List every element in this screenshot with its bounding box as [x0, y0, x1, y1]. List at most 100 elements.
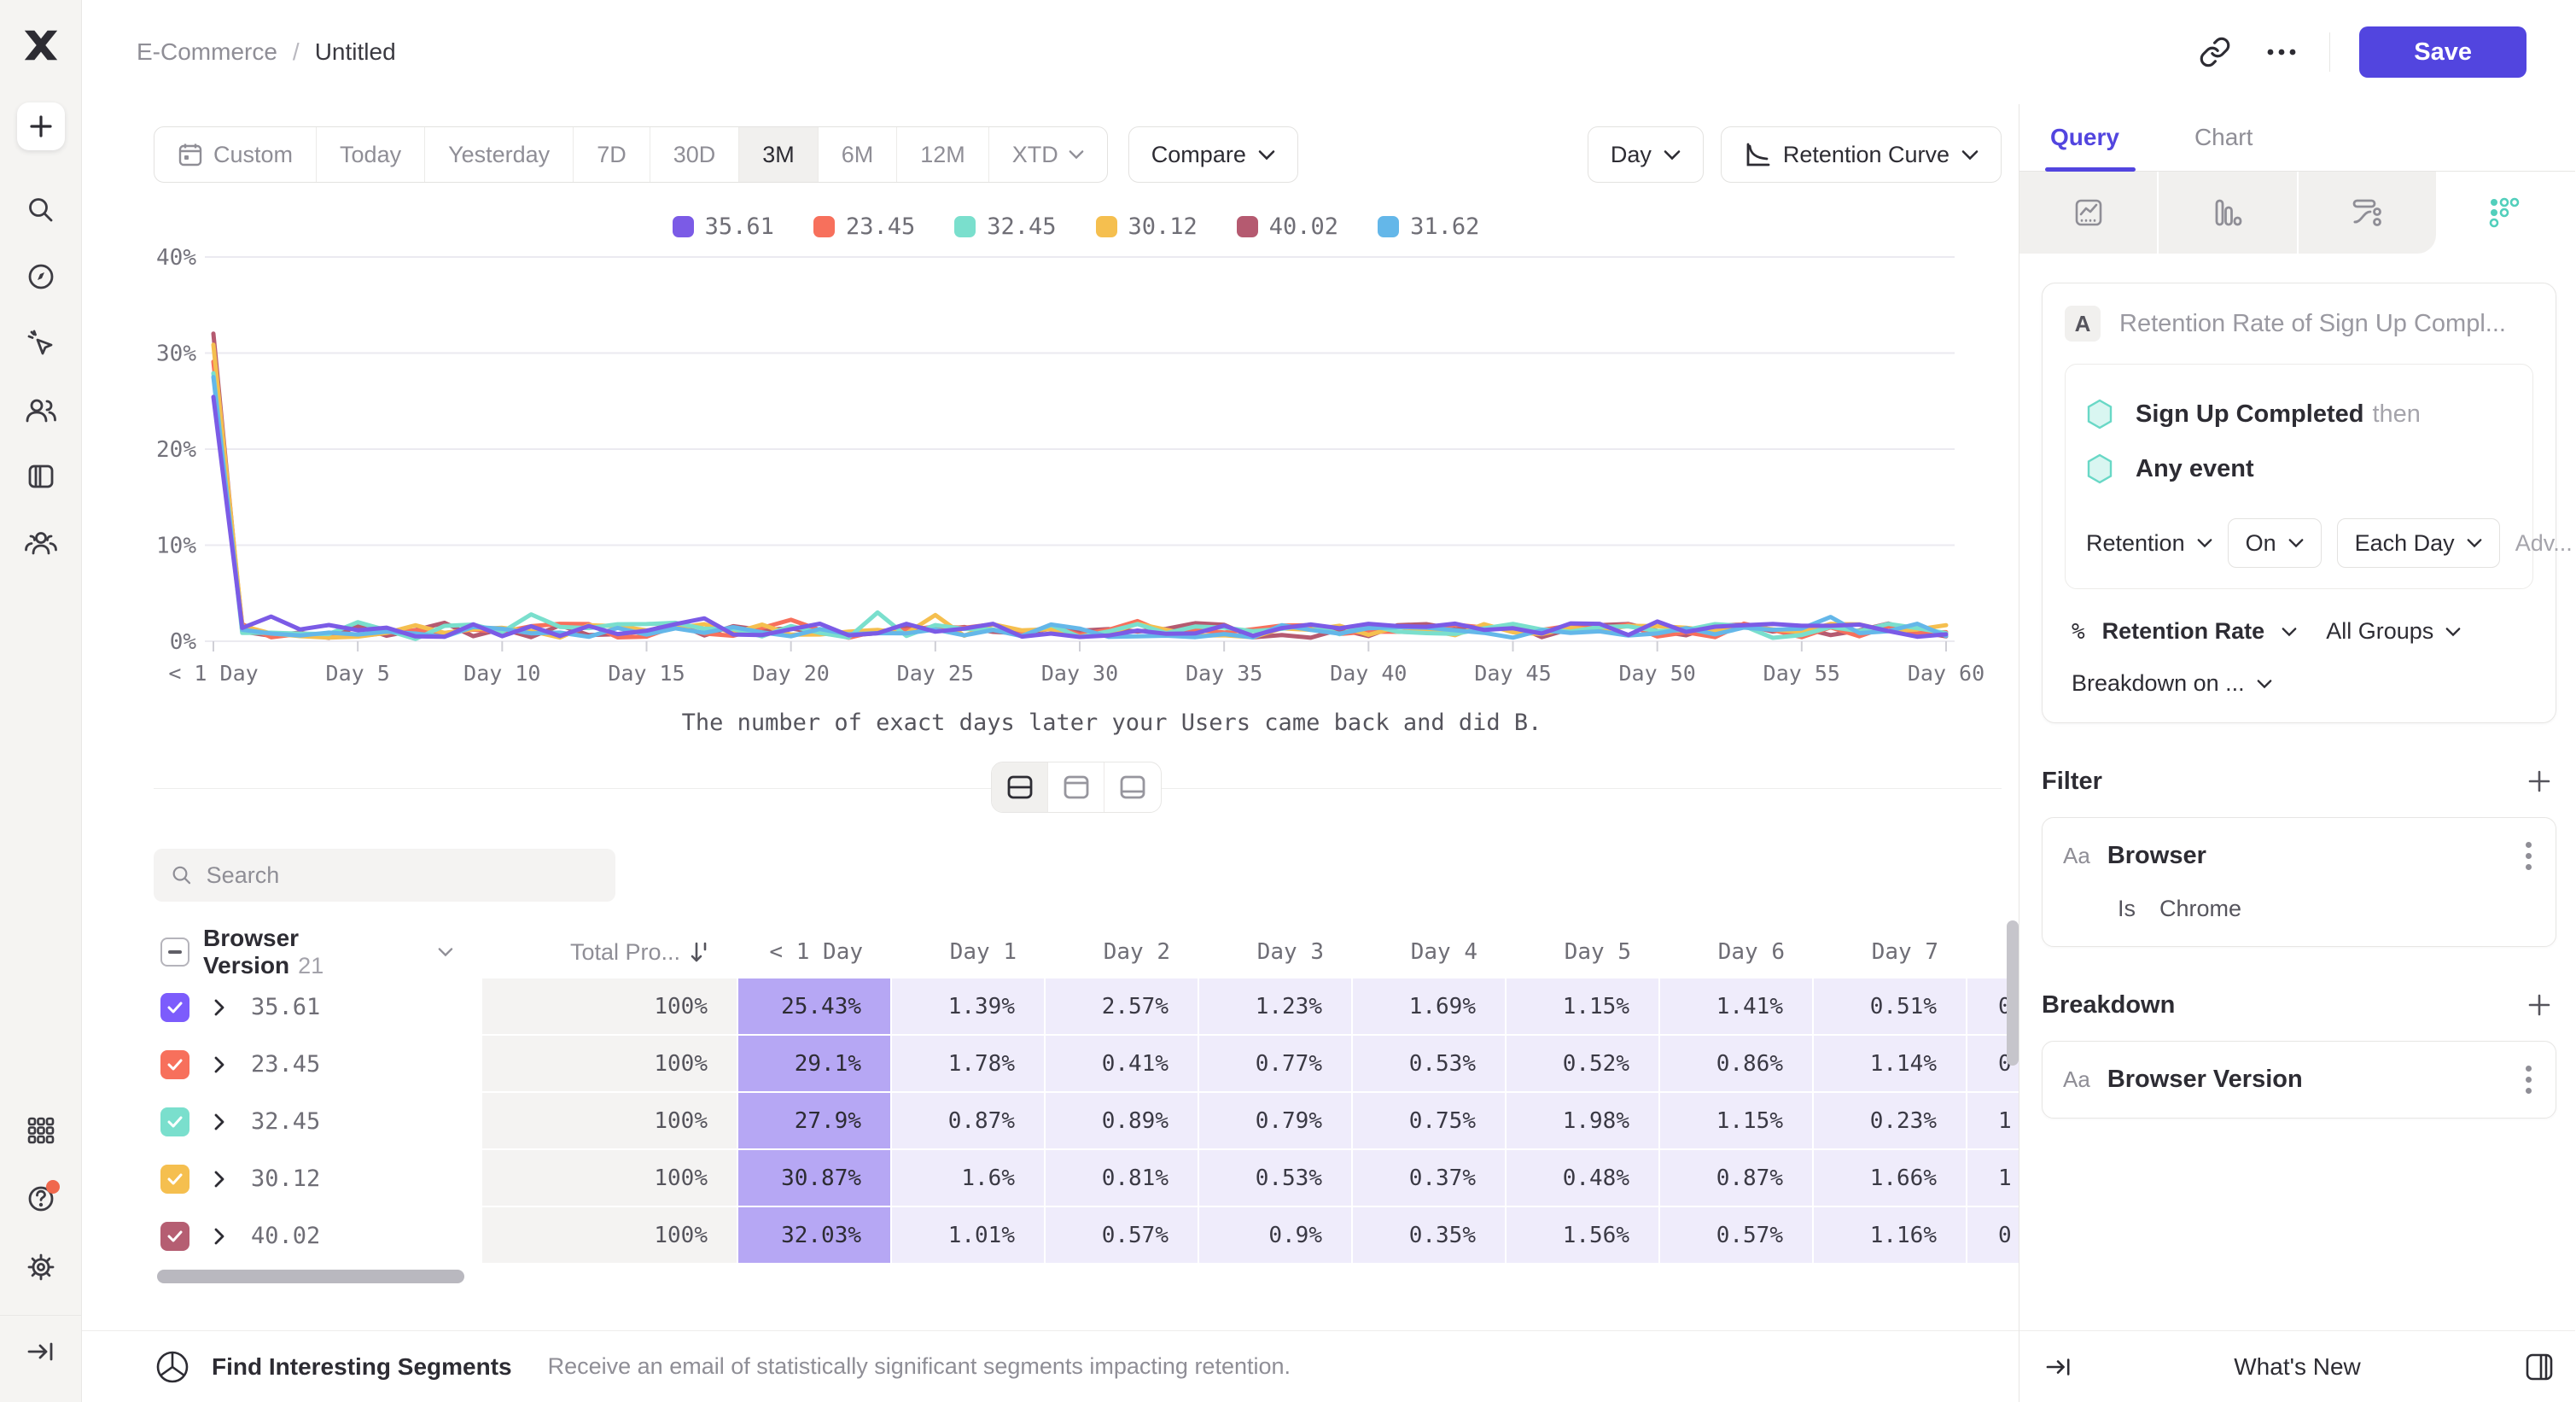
expand-row-icon[interactable] — [213, 1171, 225, 1188]
copy-link-icon[interactable] — [2196, 33, 2234, 71]
expand-row-icon[interactable] — [213, 1056, 225, 1073]
cell-day-1: 1.39% — [892, 978, 1046, 1036]
measure-dropdown[interactable]: % Retention Rate — [2072, 618, 2297, 645]
select-all-checkbox[interactable] — [160, 938, 189, 967]
segments-description: Receive an email of statistically signif… — [548, 1353, 1291, 1380]
table-column-total[interactable]: Total Pro... — [482, 926, 738, 978]
whats-new-link[interactable]: What's New — [2019, 1353, 2575, 1381]
legend-item-40.02[interactable]: 40.02 — [1237, 213, 1338, 240]
series-line-32.45[interactable] — [213, 373, 1946, 639]
filter-menu-icon[interactable] — [2522, 838, 2535, 873]
legend-item-31.62[interactable]: 31.62 — [1378, 213, 1479, 240]
layout-chart-top-option[interactable] — [1048, 762, 1104, 812]
table-column-day-2[interactable]: Day 2 — [1046, 926, 1199, 978]
series-line-35.61[interactable] — [213, 397, 1946, 637]
breakdown-menu-icon[interactable] — [2522, 1062, 2535, 1097]
sort-descending-icon[interactable] — [689, 940, 709, 964]
table-column-day-1[interactable]: Day 1 — [892, 926, 1046, 978]
event-row-first[interactable]: Sign Up Completedthen — [2086, 387, 2512, 441]
date-range-3m[interactable]: 3M — [739, 127, 819, 182]
query-title[interactable]: Retention Rate of Sign Up Compl... — [2119, 310, 2506, 338]
table-column-day-4[interactable]: Day 4 — [1353, 926, 1507, 978]
breadcrumb-report-title[interactable]: Untitled — [315, 38, 396, 66]
row-checkbox[interactable] — [160, 1222, 189, 1251]
expand-row-icon[interactable] — [213, 1228, 225, 1245]
table-column-day-5[interactable]: Day 5 — [1507, 926, 1660, 978]
retention-interval-dropdown[interactable]: Each Day — [2337, 518, 2500, 568]
table-column-day-6[interactable]: Day 6 — [1660, 926, 1814, 978]
help-icon[interactable] — [20, 1178, 61, 1219]
layout-split-option[interactable] — [992, 762, 1048, 812]
event-row-return[interactable]: Any event — [2086, 441, 2512, 496]
retention-on-dropdown[interactable]: On — [2228, 518, 2322, 568]
add-breakdown-button[interactable] — [2522, 988, 2556, 1022]
users-icon[interactable] — [20, 389, 61, 430]
legend-item-32.45[interactable]: 32.45 — [954, 213, 1056, 240]
table-column-day-7[interactable]: Day 7 — [1814, 926, 1967, 978]
settings-gear-icon[interactable] — [20, 1247, 61, 1288]
compare-button[interactable]: Compare — [1128, 126, 1298, 183]
filter-value[interactable]: Chrome — [2159, 896, 2241, 922]
legend-item-35.61[interactable]: 35.61 — [673, 213, 774, 240]
row-checkbox[interactable] — [160, 1107, 189, 1136]
series-line-40.02[interactable] — [213, 334, 1946, 638]
search-input[interactable] — [207, 862, 598, 889]
breakdown-on-dropdown[interactable]: Breakdown on ... — [2072, 670, 2533, 697]
expand-row-icon[interactable] — [213, 1113, 225, 1130]
report-type-insights-icon[interactable] — [2019, 172, 2159, 254]
report-type-retention-icon[interactable] — [2436, 172, 2575, 254]
breakdown-property[interactable]: Browser Version — [2107, 1066, 2303, 1094]
breadcrumb-project[interactable]: E-Commerce — [137, 38, 277, 66]
chart-type-dropdown[interactable]: Retention Curve — [1721, 126, 2002, 183]
series-line-23.45[interactable] — [213, 362, 1946, 638]
date-range-custom[interactable]: Custom — [154, 127, 317, 182]
sidebar-collapse-button[interactable] — [0, 1315, 81, 1387]
series-line-30.12[interactable] — [213, 345, 1946, 638]
table-horizontal-scrollbar[interactable] — [157, 1270, 464, 1283]
cell-day-3: 0.53% — [1199, 1150, 1353, 1207]
date-range-today[interactable]: Today — [317, 127, 425, 182]
save-button[interactable]: Save — [2359, 26, 2526, 78]
create-new-button[interactable] — [17, 102, 65, 150]
chevron-down-icon[interactable] — [438, 947, 453, 957]
report-type-funnels-icon[interactable] — [2159, 172, 2298, 254]
date-range-6m[interactable]: 6M — [819, 127, 898, 182]
apps-grid-icon[interactable] — [20, 1110, 61, 1151]
search-icon[interactable] — [20, 190, 61, 231]
legend-item-23.45[interactable]: 23.45 — [813, 213, 915, 240]
table-vertical-scrollbar[interactable] — [2007, 920, 2019, 1066]
tab-query[interactable]: Query — [2050, 104, 2119, 171]
layout-chart-bottom-option[interactable] — [1104, 762, 1161, 812]
more-options-icon[interactable] — [2263, 33, 2300, 71]
advanced-dropdown[interactable]: Adv... — [2515, 530, 2576, 557]
cohorts-icon[interactable] — [20, 523, 61, 564]
series-line-31.62[interactable] — [213, 377, 1946, 638]
date-range-xtd[interactable]: XTD — [989, 127, 1107, 182]
date-range-30d[interactable]: 30D — [650, 127, 740, 182]
table-column-name[interactable]: Browser Version — [203, 926, 299, 978]
add-filter-button[interactable] — [2522, 764, 2556, 798]
mixpanel-logo-icon[interactable] — [21, 26, 61, 65]
tab-chart[interactable]: Chart — [2194, 104, 2253, 171]
find-interesting-segments-link[interactable]: Find Interesting Segments — [212, 1353, 512, 1381]
events-cursor-icon[interactable] — [20, 323, 61, 364]
date-range-12m[interactable]: 12M — [897, 127, 989, 182]
filter-operator[interactable]: Is — [2118, 896, 2136, 922]
date-range-7d[interactable]: 7D — [574, 127, 650, 182]
explore-compass-icon[interactable] — [20, 256, 61, 297]
groups-dropdown[interactable]: All Groups — [2326, 618, 2461, 645]
row-checkbox[interactable] — [160, 1165, 189, 1194]
table-column-day-3[interactable]: Day 3 — [1199, 926, 1353, 978]
cell-day-4: 1.69% — [1353, 978, 1507, 1036]
filter-property[interactable]: Browser — [2107, 842, 2206, 870]
report-type-flows-icon[interactable] — [2299, 172, 2436, 254]
boards-icon[interactable] — [20, 456, 61, 497]
retention-type-dropdown[interactable]: Retention — [2086, 530, 2212, 557]
row-checkbox[interactable] — [160, 993, 189, 1022]
expand-row-icon[interactable] — [213, 999, 225, 1016]
table-column--1-day[interactable]: < 1 Day — [738, 926, 892, 978]
date-range-yesterday[interactable]: Yesterday — [425, 127, 574, 182]
row-checkbox[interactable] — [160, 1050, 189, 1079]
granularity-dropdown[interactable]: Day — [1588, 126, 1704, 183]
legend-item-30.12[interactable]: 30.12 — [1096, 213, 1198, 240]
